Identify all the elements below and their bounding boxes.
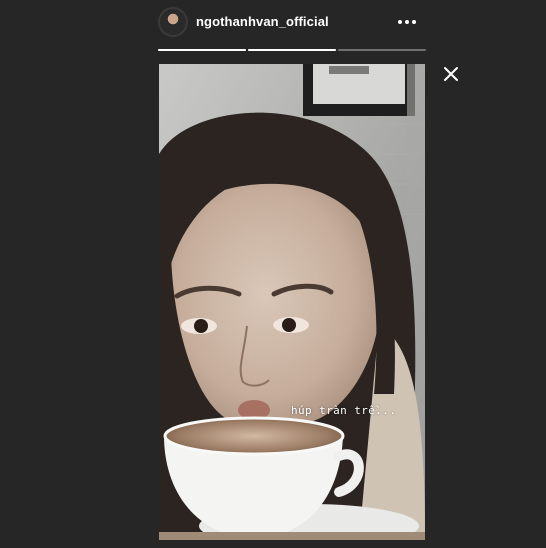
more-horizontal-icon[interactable]: [396, 12, 418, 32]
story-viewer: ngothanhvan_official húp tràn trề...: [0, 0, 546, 548]
avatar[interactable]: [158, 7, 188, 37]
story-progress-bar: [158, 49, 426, 52]
progress-segment: [338, 49, 426, 51]
progress-segment: [248, 49, 336, 51]
progress-segment: [158, 49, 246, 51]
picture-frame: [303, 64, 415, 116]
progress-segment-fill: [248, 49, 336, 51]
story-photo: [159, 64, 425, 540]
story-media[interactable]: húp tràn trề...: [159, 64, 425, 540]
username[interactable]: ngothanhvan_official: [196, 14, 329, 29]
story-header: ngothanhvan_official: [158, 7, 426, 39]
close-icon[interactable]: [441, 64, 461, 84]
story-caption: húp tràn trề...: [291, 404, 397, 417]
progress-segment-fill: [158, 49, 246, 51]
